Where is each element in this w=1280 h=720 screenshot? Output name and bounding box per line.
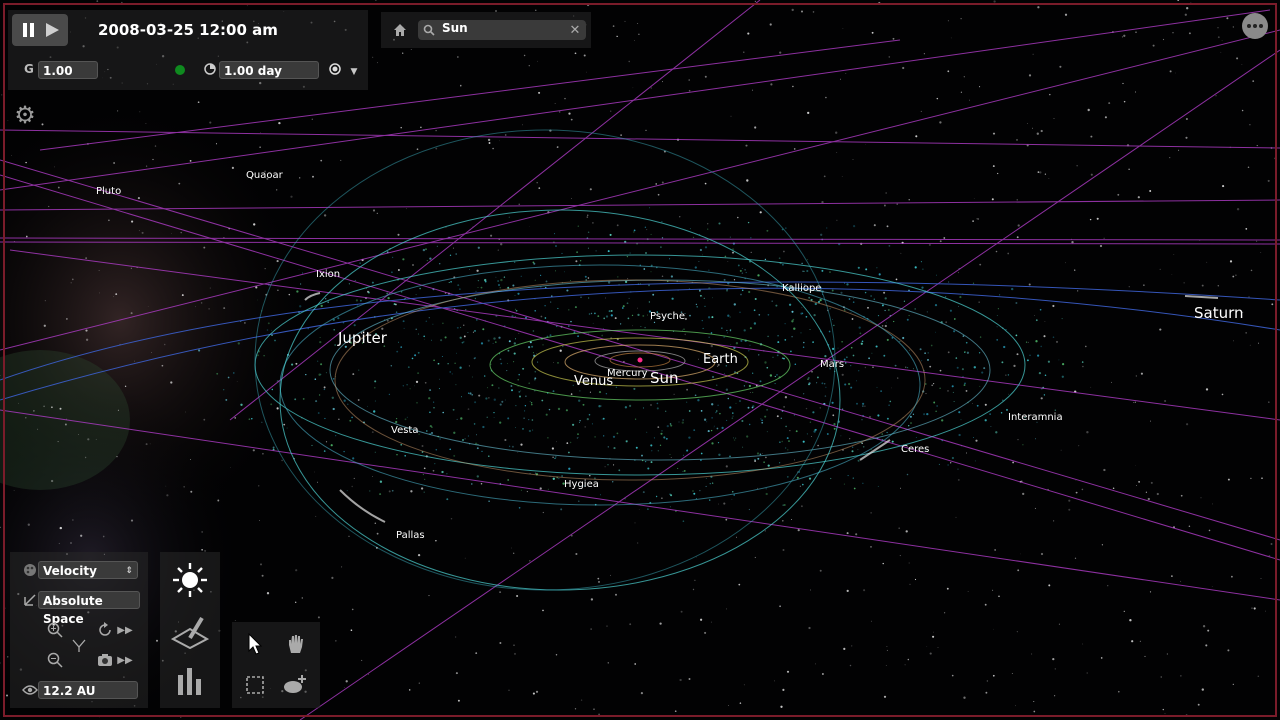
label-earth[interactable]: Earth	[703, 352, 738, 367]
view-distance-field[interactable]: 12.2 AU	[38, 681, 138, 699]
label-saturn[interactable]: Saturn	[1194, 304, 1244, 322]
label-sun[interactable]: Sun	[650, 369, 679, 387]
bar-chart-icon[interactable]	[170, 662, 210, 698]
home-icon[interactable]	[392, 22, 408, 38]
timestep-field[interactable]: 1.00 day	[219, 61, 319, 79]
fast-forward-rotate-icon[interactable]: ▶▶	[116, 623, 134, 637]
label-kalliope[interactable]: Kalliope	[782, 283, 821, 294]
simulation-date: 2008-03-25 12:00 am	[98, 21, 278, 39]
more-menu-icon[interactable]	[1242, 13, 1268, 39]
label-jupiter[interactable]: Jupiter	[338, 329, 387, 347]
label-pallas[interactable]: Pallas	[396, 530, 425, 541]
timestep-icon	[203, 62, 217, 76]
pause-button[interactable]	[20, 14, 38, 46]
orbit-plane-icon[interactable]	[170, 612, 210, 652]
color-mode-select[interactable]: Velocity ⇕	[38, 561, 138, 579]
label-psyche[interactable]: Psyche	[650, 311, 685, 322]
dropdown-arrow-icon[interactable]: ▼	[348, 66, 360, 78]
status-indicator-icon	[173, 63, 187, 77]
radio-target-icon[interactable]	[328, 62, 342, 76]
zoom-out-icon[interactable]	[46, 651, 64, 669]
label-venus[interactable]: Venus	[574, 374, 613, 389]
camera-icon[interactable]	[96, 651, 114, 669]
rotate-icon[interactable]	[96, 621, 114, 639]
gravity-field[interactable]: 1.00	[38, 61, 98, 79]
add-body-icon[interactable]	[282, 672, 310, 696]
reference-frame-icon	[22, 592, 38, 608]
label-ixion[interactable]: Ixion	[316, 269, 340, 280]
fast-forward-camera-icon[interactable]: ▶▶	[116, 653, 134, 667]
clear-search-icon[interactable]: ✕	[568, 22, 582, 38]
label-mars[interactable]: Mars	[820, 359, 844, 370]
label-vesta[interactable]: Vesta	[391, 425, 418, 436]
eye-icon	[22, 682, 38, 698]
color-mode-value: Velocity	[43, 564, 97, 578]
label-ceres[interactable]: Ceres	[901, 444, 929, 455]
orientation-axes-icon[interactable]	[70, 636, 88, 654]
settings-gear-icon[interactable]: ⚙	[12, 101, 38, 129]
label-hygiea[interactable]: Hygiea	[564, 479, 599, 490]
play-button[interactable]	[40, 14, 66, 46]
label-interamnia[interactable]: Interamnia	[1008, 412, 1063, 423]
label-pluto[interactable]: Pluto	[96, 186, 121, 197]
zoom-in-icon[interactable]	[46, 621, 64, 639]
sun-marker	[637, 357, 643, 363]
search-input[interactable]: Sun	[442, 21, 468, 35]
select-arrows-icon: ⇕	[125, 566, 133, 576]
gravity-label: G	[24, 62, 34, 76]
pan-hand-icon[interactable]	[284, 632, 308, 656]
reference-frame-field[interactable]: Absolute Space	[38, 591, 140, 626]
select-cursor-icon[interactable]	[244, 632, 266, 656]
palette-icon	[22, 562, 38, 578]
search-box: Sun ✕	[418, 20, 586, 40]
sun-light-icon[interactable]	[170, 560, 210, 600]
label-quaoar[interactable]: Quaoar	[246, 170, 283, 181]
box-select-icon[interactable]	[244, 674, 266, 696]
search-icon	[422, 23, 436, 37]
